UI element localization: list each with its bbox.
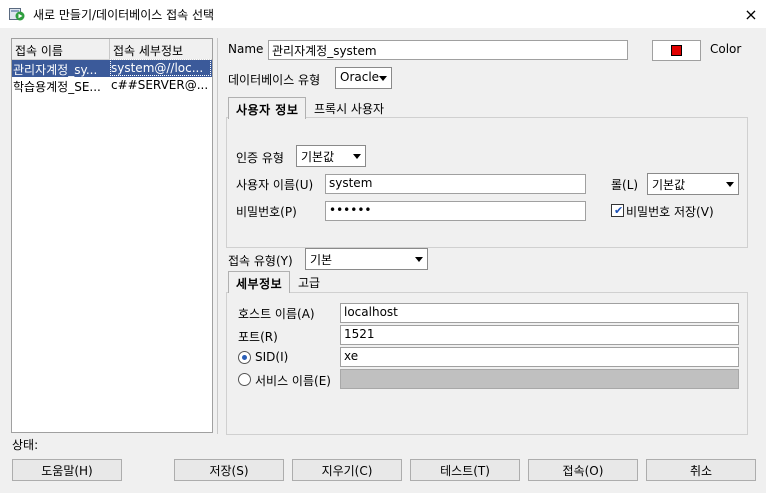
connection-row[interactable]: 학습용계정_SE... c##SERVER@... <box>12 77 212 94</box>
clear-button[interactable]: 지우기(C) <box>292 459 402 481</box>
save-password-label: 비밀번호 저장(V) <box>626 205 714 219</box>
port-label: 포트(R) <box>238 330 278 344</box>
test-button[interactable]: 테스트(T) <box>410 459 520 481</box>
tab-advanced[interactable]: 고급 <box>295 271 325 293</box>
role-select[interactable]: 기본값 <box>647 173 739 195</box>
connection-row[interactable]: 관리자계정_sy... system@//loc... <box>12 59 212 77</box>
auth-type-value: 기본값 <box>301 150 335 164</box>
conn-type-label: 접속 유형(Y) <box>228 254 293 268</box>
color-label: Color <box>710 42 742 56</box>
role-label: 롤(L) <box>611 178 639 192</box>
conn-type-select[interactable]: 기본 <box>305 248 428 270</box>
name-input[interactable]: 관리자계정_system <box>268 40 628 60</box>
password-label: 비밀번호(P) <box>236 205 297 219</box>
chevron-down-icon <box>415 257 423 262</box>
connection-detail: c##SERVER@... <box>111 78 209 92</box>
sid-input[interactable]: xe <box>340 347 739 367</box>
connect-button[interactable]: 접속(O) <box>528 459 638 481</box>
tab-proxy-user[interactable]: 프록시 사용자 <box>311 97 389 119</box>
name-label: Name <box>228 42 264 56</box>
radio-selected-dot <box>242 355 247 360</box>
host-label: 호스트 이름(A) <box>238 307 315 321</box>
help-button[interactable]: 도움말(H) <box>12 459 122 481</box>
close-icon[interactable]: × <box>736 2 766 26</box>
tab-user-info[interactable]: 사용자 정보 <box>228 97 307 119</box>
connection-list-header: 접속 이름 접속 세부정보 <box>12 39 212 60</box>
connection-list[interactable]: 접속 이름 접속 세부정보 관리자계정_sy... system@//loc..… <box>11 38 213 433</box>
splitter[interactable] <box>217 38 218 434</box>
auth-type-label: 인증 유형 <box>236 151 284 165</box>
save-button[interactable]: 저장(S) <box>174 459 284 481</box>
host-input[interactable]: localhost <box>340 303 739 323</box>
sid-radio[interactable] <box>238 351 251 364</box>
window-title: 새로 만들기/데이터베이스 접속 선택 <box>33 8 215 22</box>
app-icon <box>9 7 25 21</box>
conn-type-value: 기본 <box>310 253 333 267</box>
db-type-select[interactable]: Oracle <box>335 67 392 89</box>
status-label: 상태: <box>12 438 39 452</box>
service-name-label: 서비스 이름(E) <box>255 374 331 388</box>
port-input[interactable]: 1521 <box>340 325 739 345</box>
service-name-input[interactable] <box>340 369 739 389</box>
cancel-button[interactable]: 취소 <box>646 459 756 481</box>
chevron-down-icon <box>726 182 734 187</box>
chevron-down-icon <box>353 154 361 159</box>
username-input[interactable]: system <box>325 174 586 194</box>
column-header-name[interactable]: 접속 이름 <box>15 42 63 59</box>
column-header-detail[interactable]: 접속 세부정보 <box>113 42 183 59</box>
save-password-checkbox[interactable]: ✔ <box>611 204 624 217</box>
password-input[interactable]: •••••• <box>325 201 586 221</box>
connection-name: 관리자계정_sy... <box>13 63 98 77</box>
role-value: 기본값 <box>652 178 686 192</box>
chevron-down-icon <box>379 76 387 81</box>
sid-label: SID(I) <box>255 350 289 364</box>
db-type-label: 데이터베이스 유형 <box>228 73 321 87</box>
service-name-radio[interactable] <box>238 373 251 386</box>
auth-type-select[interactable]: 기본값 <box>296 145 366 167</box>
db-type-value: Oracle <box>340 70 380 84</box>
tab-details[interactable]: 세부정보 <box>228 271 291 293</box>
color-picker-button[interactable] <box>652 40 701 61</box>
connection-detail: system@//loc... <box>110 59 211 76</box>
username-label: 사용자 이름(U) <box>236 178 314 192</box>
checkmark-icon: ✔ <box>614 204 624 217</box>
connection-name: 학습용계정_SE... <box>13 80 101 94</box>
color-swatch <box>671 45 682 56</box>
